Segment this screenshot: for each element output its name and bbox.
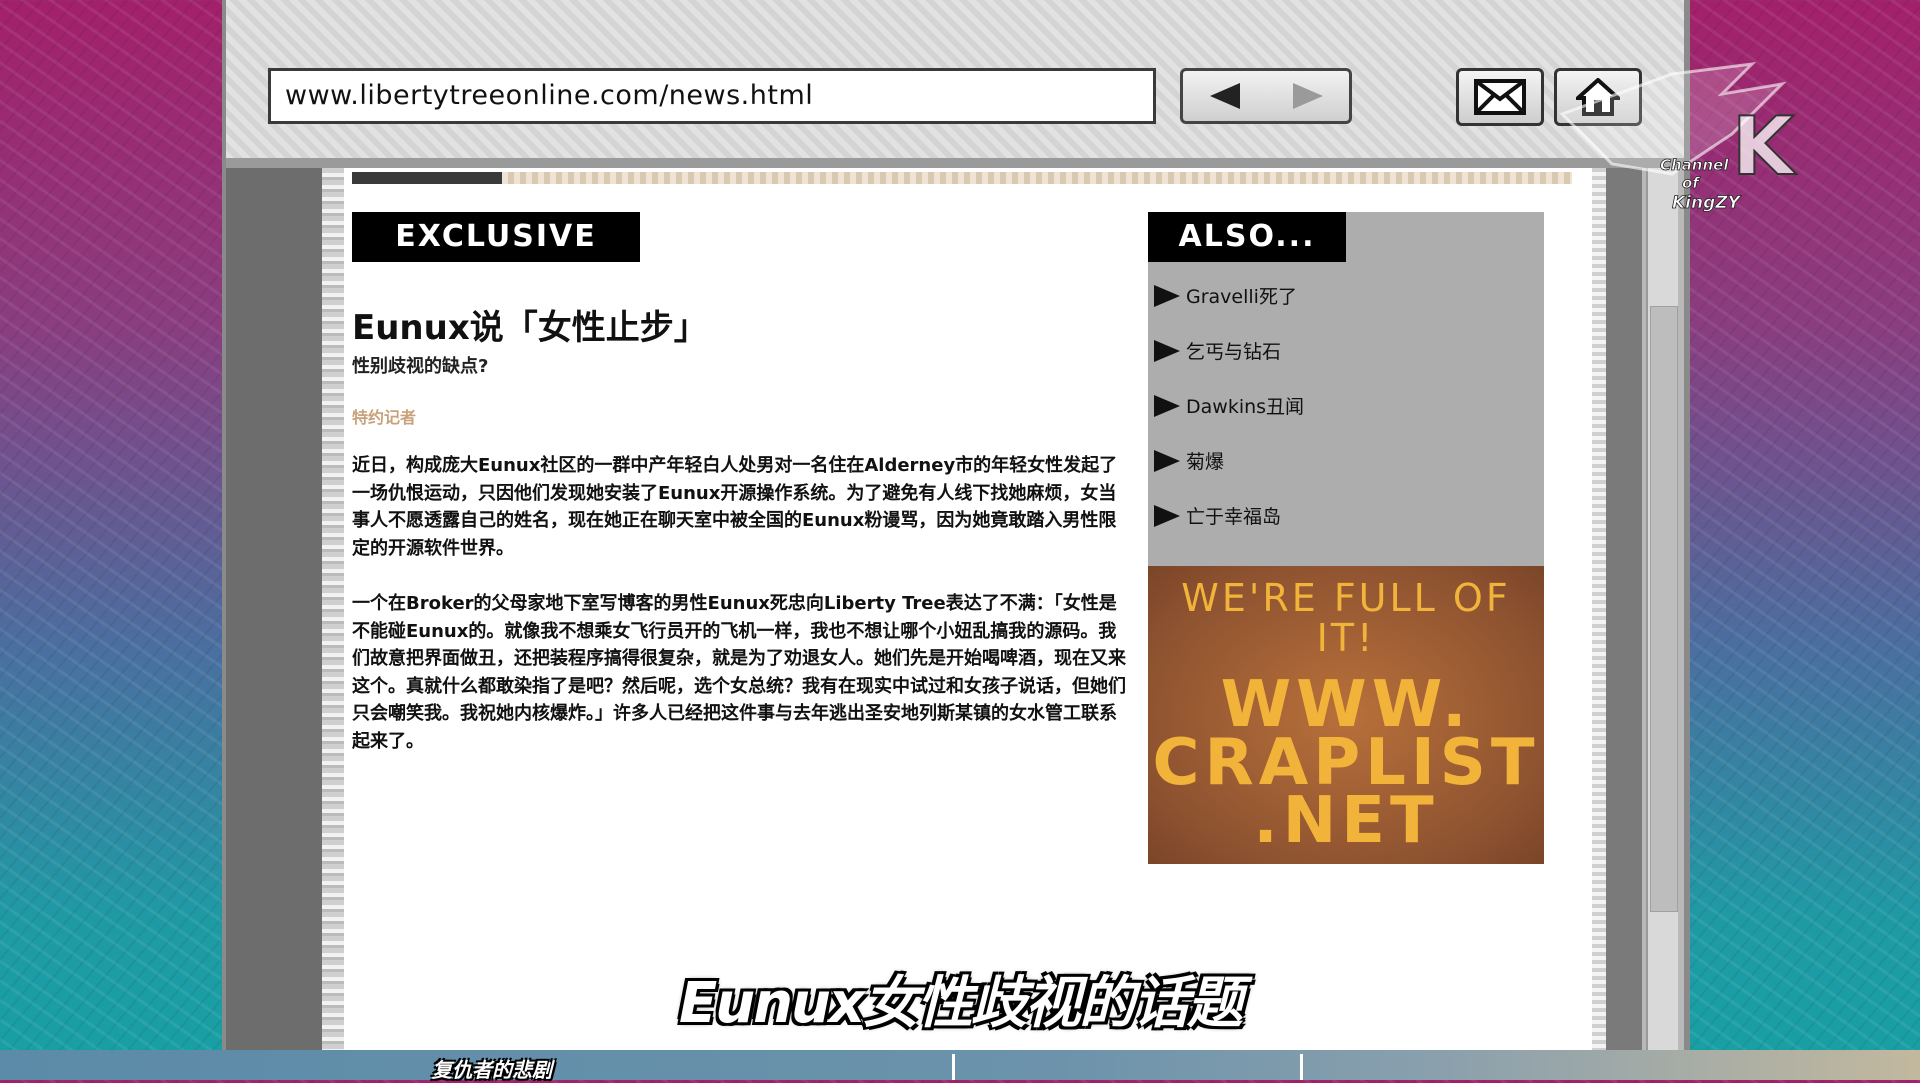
play-arrow-icon	[1154, 505, 1180, 527]
also-link-happiness-island[interactable]: 亡于幸福岛	[1148, 502, 1304, 557]
play-arrow-icon	[1154, 450, 1180, 472]
watermark-letter: K	[1732, 100, 1797, 193]
also-sidebar: ALSO... Gravelli死了 乞丐与钻石 Dawkins丑闻 菊爆 亡于…	[1148, 212, 1544, 567]
also-link-label: Gravelli死了	[1186, 286, 1297, 308]
also-link-chrysanthemum[interactable]: 菊爆	[1148, 447, 1304, 502]
article-byline: 特约记者	[352, 408, 417, 427]
video-subtitle: Eunux女性歧视的话题	[679, 971, 1243, 1036]
watermark-line: of	[1682, 174, 1701, 192]
page-left-gutter	[226, 168, 322, 1080]
bottom-bar-marker	[1300, 1054, 1303, 1080]
article-paragraph: 近日，构成庞大Eunux社区的一群中产年轻白人处男对一名住在Alderney市的…	[352, 455, 1118, 559]
also-link-label: 菊爆	[1186, 451, 1225, 473]
nav-buttons	[1180, 68, 1352, 124]
also-link-gravelli[interactable]: Gravelli死了	[1148, 282, 1304, 337]
bottom-bar-marker	[952, 1054, 955, 1080]
watermark-line: KingZY	[1672, 193, 1742, 213]
arrow-left-icon[interactable]	[1209, 83, 1240, 109]
play-arrow-icon	[1154, 395, 1180, 417]
also-list: Gravelli死了 乞丐与钻石 Dawkins丑闻 菊爆 亡于幸福岛	[1148, 282, 1304, 557]
ad-url: WWW. CRAPLIST .NET	[1148, 673, 1544, 858]
scrollbar-thumb[interactable]	[1650, 306, 1678, 912]
channel-watermark: K Channel of KingZY	[1559, 61, 1798, 213]
bottom-bar-label: 复仇者的悲剧	[432, 1058, 552, 1082]
also-link-label: 亡于幸福岛	[1186, 506, 1282, 528]
browser-window: www.libertytreeonline.com/news.html EXCL…	[222, 0, 1690, 1080]
ad-tagline: WE'RE FULL OF IT!	[1181, 576, 1511, 660]
url-bar[interactable]: www.libertytreeonline.com/news.html	[268, 68, 1156, 124]
play-arrow-icon	[1154, 285, 1180, 307]
article-title: Eunux说「女性止步」	[352, 308, 708, 348]
arrow-right-icon[interactable]	[1292, 83, 1323, 109]
also-link-label: 乞丐与钻石	[1186, 341, 1282, 363]
article-subtitle: 性别歧视的缺点?	[352, 356, 489, 377]
top-strip	[352, 172, 1572, 184]
also-link-label: Dawkins丑闻	[1186, 396, 1305, 418]
watermark-line: Channel	[1660, 156, 1729, 174]
mail-button[interactable]	[1456, 68, 1544, 126]
top-strip-active	[352, 172, 502, 184]
page-right-gutter	[1606, 168, 1642, 1080]
exclusive-badge: EXCLUSIVE	[352, 212, 640, 262]
play-arrow-icon	[1154, 340, 1180, 362]
ad-url-line: .NET	[1253, 784, 1439, 858]
article-paragraph: 一个在Broker的父母家地下室写博客的男性Eunux死忠向Liberty Tr…	[352, 593, 1126, 752]
bottom-bar: 复仇者的悲剧	[0, 1050, 1920, 1082]
article-body: 近日，构成庞大Eunux社区的一群中产年轻白人处男对一名住在Alderney市的…	[352, 452, 1132, 783]
also-badge: ALSO...	[1148, 212, 1346, 262]
craplist-ad[interactable]: WE'RE FULL OF IT! WWW. CRAPLIST .NET	[1148, 566, 1544, 864]
also-link-dawkins[interactable]: Dawkins丑闻	[1148, 392, 1304, 447]
web-page: EXCLUSIVE Eunux说「女性止步」 性别歧视的缺点? 特约记者 近日，…	[322, 168, 1606, 1080]
also-link-beggar-diamond[interactable]: 乞丐与钻石	[1148, 337, 1304, 392]
scrollbar[interactable]	[1646, 168, 1678, 1080]
browser-toolbar: www.libertytreeonline.com/news.html	[226, 0, 1684, 168]
mail-icon	[1474, 79, 1526, 115]
